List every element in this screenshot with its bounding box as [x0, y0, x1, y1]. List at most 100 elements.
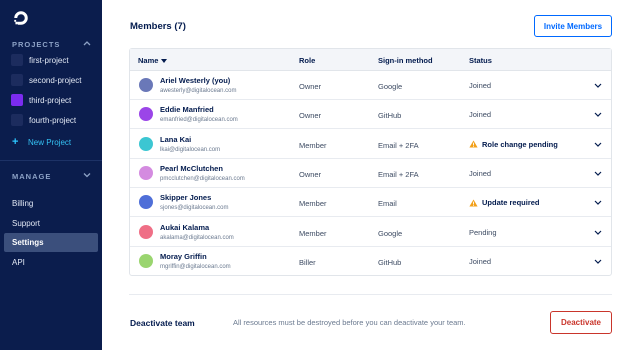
members-table: Name Role Sign-in method Status Ariel We…	[129, 48, 612, 276]
manage-section-label: MANAGE	[12, 172, 52, 181]
member-status: Role change pending	[469, 140, 558, 149]
member-status: Joined	[469, 169, 491, 178]
member-role: Member	[299, 140, 327, 150]
member-signin-method: Google	[378, 228, 403, 238]
sidebar-divider	[0, 160, 102, 161]
column-header-status: Status	[469, 56, 492, 65]
sidebar-link-settings[interactable]: Settings	[4, 233, 98, 252]
column-header-name[interactable]: Name	[138, 56, 168, 65]
member-name: Pearl McClutchen	[160, 163, 223, 173]
column-header-signin: Sign-in method	[378, 56, 433, 65]
member-signin-method: Email	[378, 199, 397, 209]
project-name: third-project	[29, 95, 72, 105]
section-divider	[129, 294, 612, 295]
digitalocean-logo-icon[interactable]	[12, 9, 30, 27]
table-row[interactable]: Skipper Jones sjones@digitalocean.com Memb…	[130, 188, 611, 218]
new-project-button[interactable]: + New Project	[12, 136, 71, 148]
member-email: lkai@digitalocean.com	[160, 146, 221, 153]
table-row[interactable]: Aukai Kalama akalama@digitalocean.com Memb…	[130, 218, 611, 247]
table-row[interactable]: Eddie Manfried emanfried@digitalocean.com…	[130, 100, 611, 130]
table-row[interactable]: Moray Griffin mgriffin@digitalocean.com Bi…	[130, 247, 611, 276]
project-name: fourth-project	[29, 115, 77, 125]
member-signin-method: Email + 2FA	[378, 140, 419, 150]
member-email: akalama@digitalocean.com	[160, 234, 234, 241]
sidebar-link-billing[interactable]: Billing	[4, 194, 98, 213]
chevron-down-icon[interactable]	[594, 83, 602, 88]
member-email: emanfried@digitalocean.com	[160, 117, 238, 124]
chevron-down-icon[interactable]	[594, 142, 602, 147]
member-role: Member	[299, 228, 327, 238]
member-role: Biller	[299, 257, 316, 267]
member-status-text: Role change pending	[482, 139, 558, 149]
member-status: Joined	[469, 257, 491, 266]
member-name: Moray Griffin	[160, 251, 207, 261]
avatar	[139, 136, 153, 151]
avatar	[139, 224, 153, 239]
table-row[interactable]: Lana Kai lkai@digitalocean.com Member Email…	[130, 130, 611, 159]
members-title: Members (7)	[130, 21, 186, 32]
member-status-text: Pending	[469, 227, 497, 237]
avatar	[139, 253, 153, 268]
invite-members-button[interactable]: Invite Members	[534, 15, 612, 37]
sidebar: PROJECTS first-project second-project thir…	[0, 0, 102, 350]
member-name: Skipper Jones	[160, 193, 212, 203]
avatar	[139, 78, 153, 92]
chevron-down-icon[interactable]	[594, 171, 602, 176]
member-role: Owner	[299, 169, 322, 179]
sidebar-link-support[interactable]: Support	[4, 214, 98, 233]
member-signin-method: GitHub	[378, 111, 402, 121]
project-color-swatch	[11, 94, 23, 106]
member-signin-method: Email + 2FA	[378, 169, 419, 179]
chevron-up-icon[interactable]	[83, 40, 91, 46]
projects-section-label: PROJECTS	[12, 40, 61, 49]
warning-icon	[469, 199, 478, 207]
member-name: Lana Kai	[160, 134, 192, 144]
member-status: Joined	[469, 81, 491, 90]
plus-icon: +	[12, 136, 19, 148]
sidebar-link-api[interactable]: API	[4, 253, 98, 272]
member-role: Member	[299, 199, 327, 209]
member-role: Owner	[299, 111, 322, 121]
member-name: Eddie Manfried	[160, 105, 214, 115]
member-signin-method: GitHub	[378, 257, 402, 267]
member-signin-method: Google	[378, 82, 403, 91]
member-email: pmcclutchen@digitalocean.com	[160, 175, 245, 182]
sort-desc-icon	[161, 59, 168, 64]
sidebar-project-item[interactable]: second-project	[0, 72, 102, 88]
member-status: Update required	[469, 198, 540, 207]
sidebar-project-item[interactable]: first-project	[0, 52, 102, 68]
deactivate-button[interactable]: Deactivate	[550, 311, 612, 334]
chevron-down-icon[interactable]	[594, 259, 602, 264]
avatar	[139, 195, 153, 210]
table-row[interactable]: Pearl McClutchen pmcclutchen@digitalocean…	[130, 159, 611, 188]
member-email: sjones@digitalocean.com	[160, 205, 229, 212]
new-project-label: New Project	[28, 137, 72, 147]
chevron-down-icon[interactable]	[594, 230, 602, 235]
table-header: Name Role Sign-in method Status	[130, 49, 611, 71]
chevron-down-icon[interactable]	[594, 200, 602, 206]
table-row[interactable]: Ariel Westerly (you) awesterly@digitaloce…	[130, 71, 611, 100]
chevron-down-icon[interactable]	[594, 112, 602, 118]
project-color-swatch	[11, 74, 23, 86]
chevron-down-icon[interactable]	[83, 172, 91, 178]
project-color-swatch	[11, 114, 23, 126]
sidebar-project-item[interactable]: third-project	[0, 92, 102, 108]
member-status-text: Joined	[469, 110, 492, 120]
column-header-role: Role	[299, 56, 316, 65]
member-status-text: Update required	[482, 198, 540, 208]
avatar	[139, 165, 153, 180]
member-name: Ariel Westerly (you)	[160, 76, 231, 85]
sidebar-project-item[interactable]: fourth-project	[0, 112, 102, 128]
member-status-text: Joined	[469, 81, 492, 90]
member-role: Owner	[299, 82, 322, 91]
deactivate-team-title: Deactivate team	[130, 318, 195, 328]
project-name: first-project	[29, 55, 69, 65]
deactivate-team-description: All resources must be destroyed before y…	[233, 318, 466, 327]
member-status-text: Joined	[469, 256, 492, 266]
member-status: Joined	[469, 110, 491, 119]
member-status: Pending	[469, 228, 497, 237]
avatar	[139, 107, 153, 122]
project-color-swatch	[11, 54, 23, 66]
project-name: second-project	[29, 75, 82, 85]
member-status-text: Joined	[469, 168, 492, 178]
